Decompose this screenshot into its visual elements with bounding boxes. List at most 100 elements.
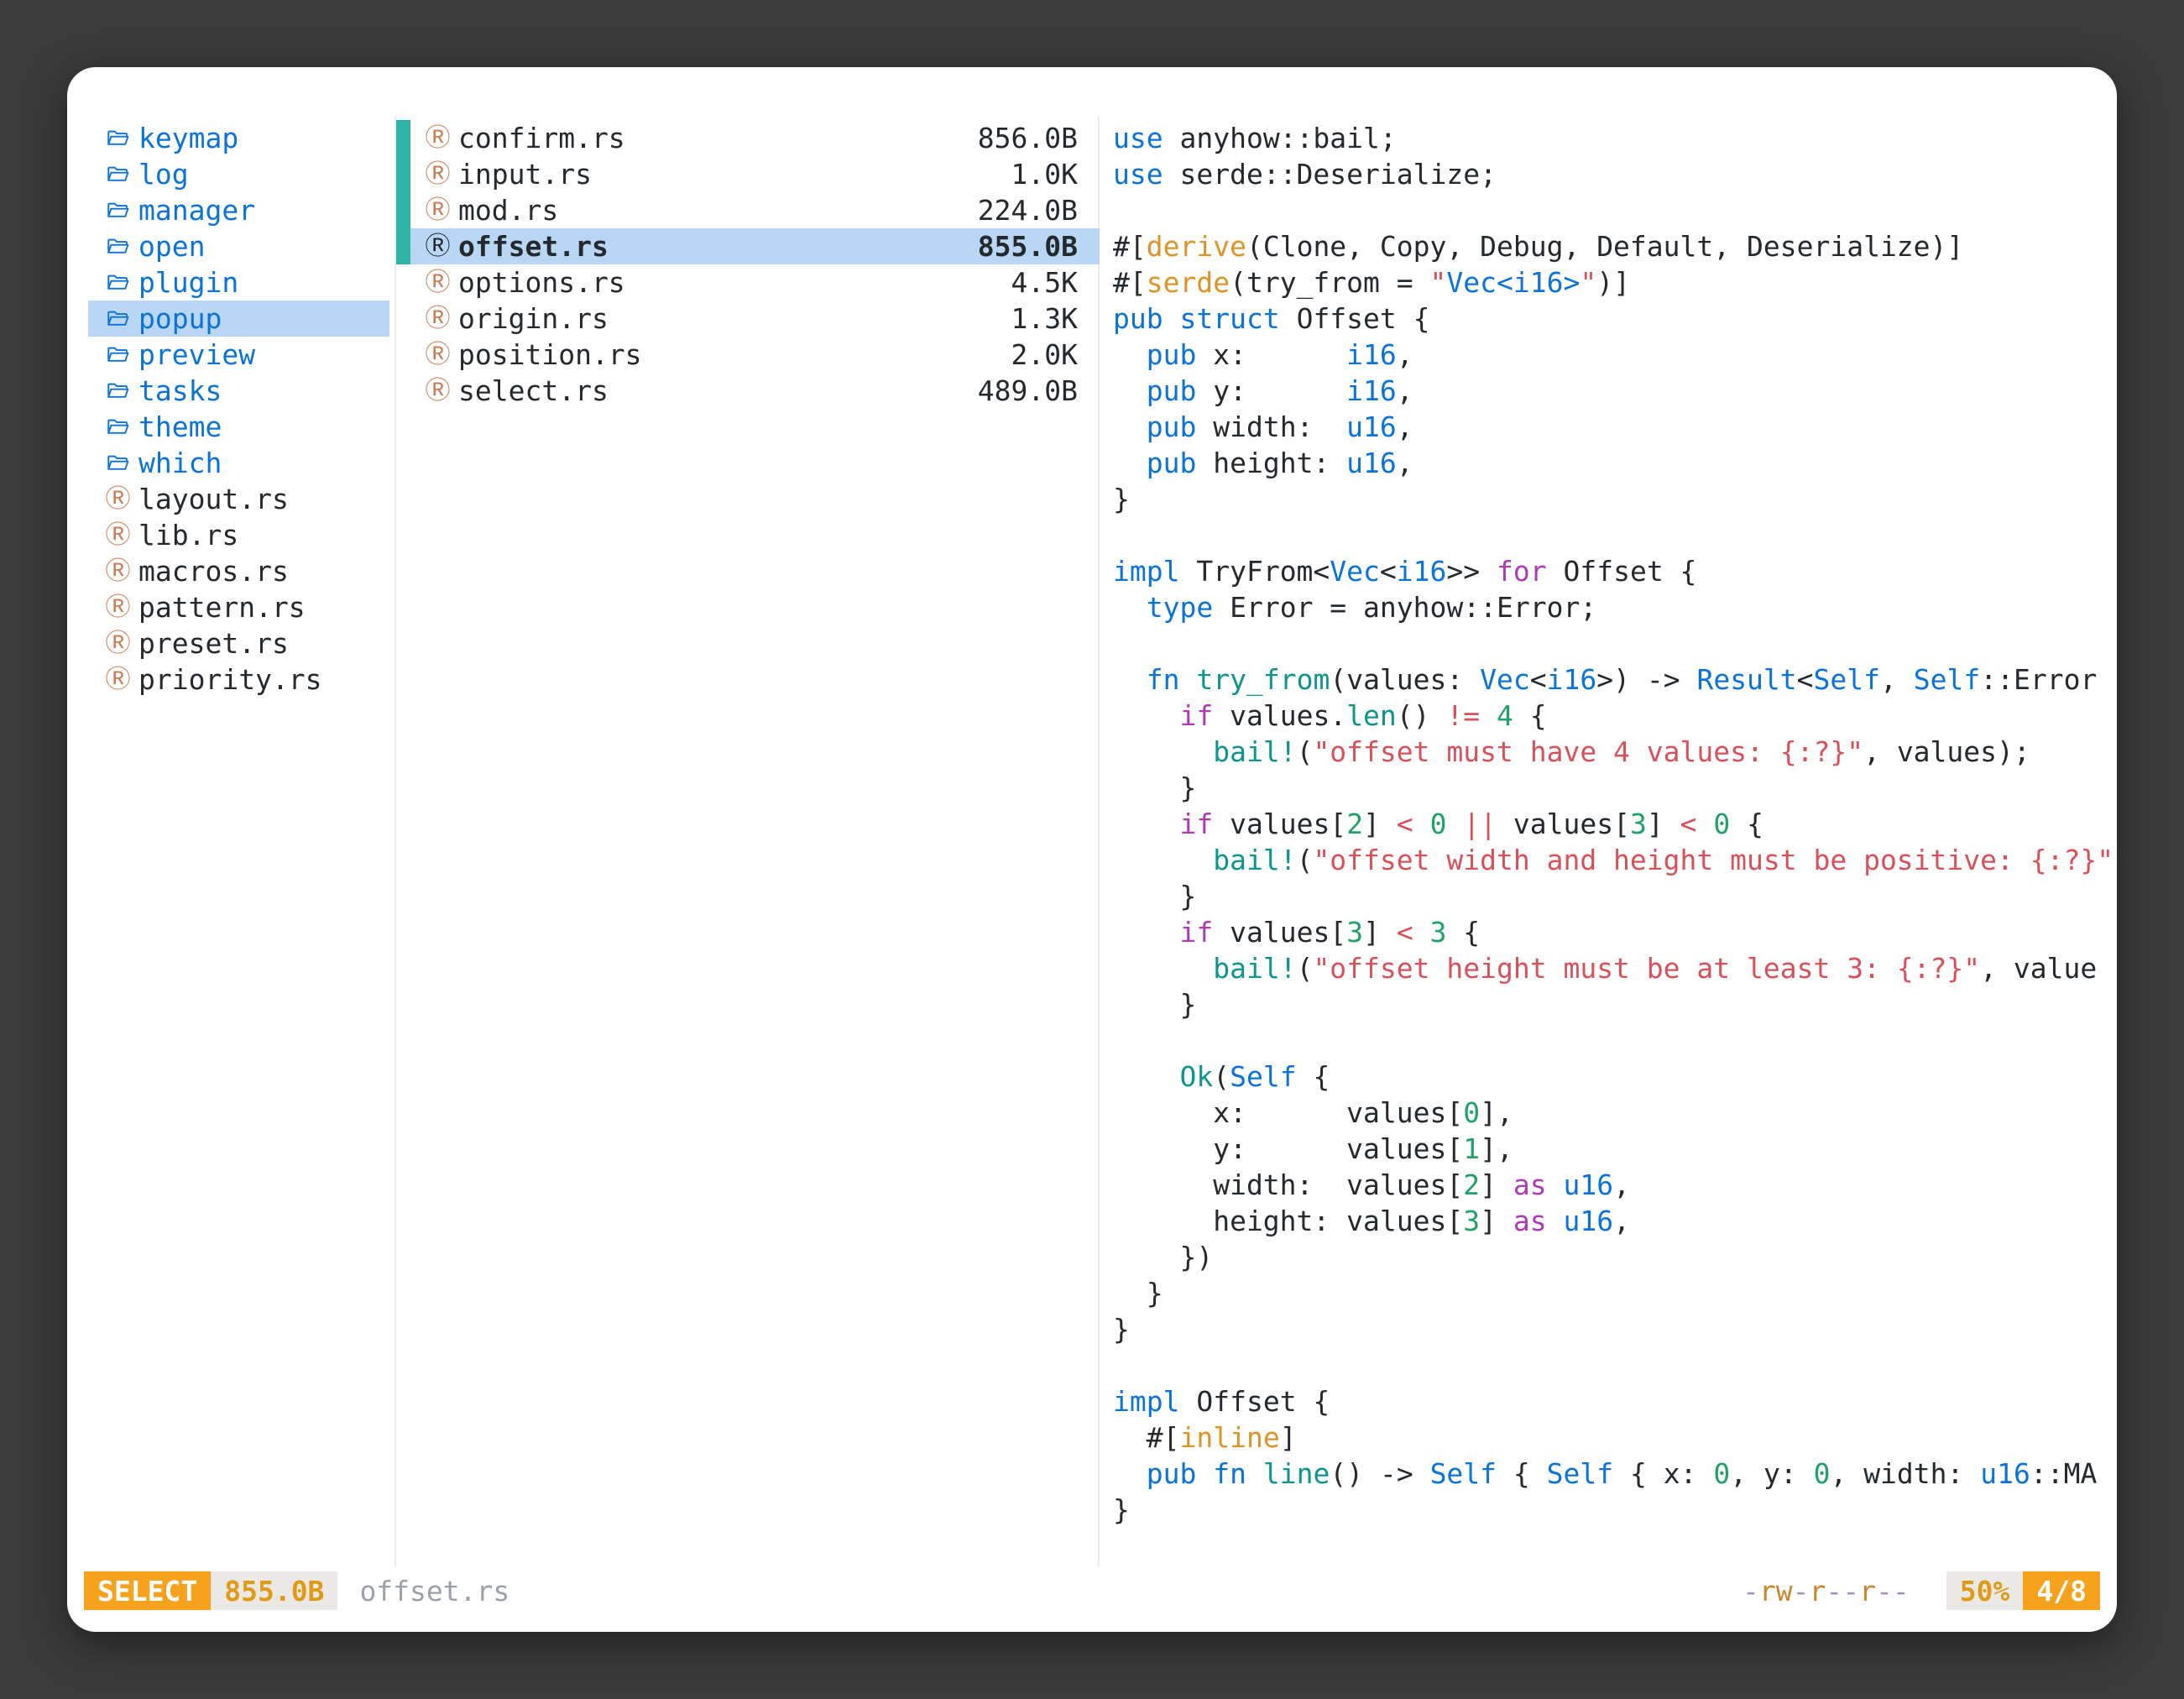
- folder-icon: [107, 379, 129, 402]
- rust-file-icon: Ⓡ: [426, 126, 449, 151]
- current-pane: Ⓡconfirm.rs856.0BⓇinput.rs1.0KⓇmod.rs224…: [396, 120, 1100, 409]
- file-item[interactable]: Ⓡoptions.rs4.5K: [396, 264, 1100, 301]
- file-name: position.rs: [458, 338, 642, 371]
- code-line: use anyhow::bail;: [1113, 120, 2117, 156]
- file-name: lib.rs: [138, 519, 238, 552]
- file-item[interactable]: Ⓡpattern.rs: [88, 589, 389, 625]
- rust-file-icon: Ⓡ: [107, 631, 129, 656]
- code-line: pub y: i16,: [1113, 373, 2117, 409]
- file-name: popup: [138, 302, 222, 335]
- dir-item[interactable]: preview: [88, 337, 389, 373]
- file-name: preview: [138, 338, 255, 371]
- code-line: y: values[1],: [1113, 1131, 2117, 1167]
- dir-item[interactable]: manager: [88, 192, 389, 228]
- code-line: #[inline]: [1113, 1419, 2117, 1456]
- dir-item[interactable]: open: [88, 228, 389, 264]
- code-line: pub struct Offset {: [1113, 301, 2117, 337]
- status-permissions: -rw-r--r--: [1742, 1575, 1910, 1608]
- code-line: pub fn line() -> Self { Self { x: 0, y: …: [1113, 1456, 2117, 1492]
- status-bar: SELECT 855.0B offset.rs -rw-r--r-- 50% 4…: [84, 1571, 2100, 1610]
- preview-pane: use anyhow::bail;use serde::Deserialize;…: [1113, 120, 2117, 1547]
- code-line: }: [1113, 1275, 2117, 1311]
- file-name: theme: [138, 410, 222, 443]
- code-line: pub x: i16,: [1113, 337, 2117, 373]
- file-item[interactable]: Ⓡmod.rs224.0B: [396, 192, 1100, 228]
- file-name: plugin: [138, 266, 238, 299]
- code-line: if values[3] < 3 {: [1113, 914, 2117, 950]
- percent-badge: 50%: [1946, 1571, 2024, 1610]
- rust-file-icon: Ⓡ: [107, 559, 129, 584]
- file-item[interactable]: Ⓡinput.rs 1.0K: [396, 156, 1100, 192]
- code-line: [1113, 517, 2117, 553]
- folder-icon: [107, 163, 129, 186]
- file-name: keymap: [138, 122, 238, 154]
- parent-pane: keymap logmanageropenpluginpopuppreviewta…: [88, 120, 389, 698]
- code-line: }: [1113, 481, 2117, 517]
- code-line: if values[2] < 0 || values[3] < 0 {: [1113, 806, 2117, 842]
- dir-item[interactable]: popup: [88, 301, 389, 337]
- mode-badge: SELECT: [84, 1571, 211, 1610]
- file-name: log: [138, 158, 189, 191]
- code-line: }: [1113, 770, 2117, 806]
- dir-item[interactable]: log: [88, 156, 389, 192]
- folder-icon: [107, 271, 129, 294]
- code-line: bail!("offset height must be at least 3:…: [1113, 950, 2117, 986]
- rust-file-icon: Ⓡ: [426, 198, 449, 223]
- file-item[interactable]: Ⓡposition.rs2.0K: [396, 337, 1100, 373]
- code-line: [1113, 625, 2117, 661]
- code-line: if values.len() != 4 {: [1113, 698, 2117, 734]
- code-line: #[serde(try_from = "Vec<i16>")]: [1113, 264, 2117, 301]
- dir-item[interactable]: theme: [88, 409, 389, 445]
- file-name: tasks: [138, 374, 222, 407]
- folder-icon: [107, 343, 129, 366]
- code-line: [1113, 1347, 2117, 1383]
- file-item[interactable]: Ⓡpriority.rs: [88, 661, 389, 698]
- code-line: }: [1113, 878, 2117, 914]
- file-item[interactable]: Ⓡorigin.rs1.3K: [396, 301, 1100, 337]
- rust-file-icon: Ⓡ: [426, 342, 449, 368]
- code-line: #[derive(Clone, Copy, Debug, Default, De…: [1113, 228, 2117, 264]
- file-item[interactable]: Ⓡlayout.rs: [88, 481, 389, 517]
- selection-bar: [396, 120, 410, 156]
- file-name: manager: [138, 194, 255, 227]
- code-line: x: values[0],: [1113, 1095, 2117, 1131]
- file-item[interactable]: Ⓡconfirm.rs856.0B: [396, 120, 1100, 156]
- file-manager-window: keymap logmanageropenpluginpopuppreviewta…: [67, 67, 2117, 1632]
- position-badge: 4/8: [2023, 1571, 2100, 1610]
- code-line: }: [1113, 1311, 2117, 1347]
- code-line: impl TryFrom<Vec<i16>> for Offset {: [1113, 553, 2117, 589]
- code-line: width: values[2] as u16,: [1113, 1167, 2117, 1203]
- file-item[interactable]: Ⓡoffset.rs855.0B: [396, 228, 1100, 264]
- file-size: 4.5K: [1011, 266, 1078, 299]
- file-name: offset.rs: [458, 230, 609, 263]
- file-name: which: [138, 447, 222, 479]
- code-line: }: [1113, 1492, 2117, 1528]
- dir-item[interactable]: tasks: [88, 373, 389, 409]
- file-name: input.rs: [458, 158, 592, 191]
- file-name: macros.rs: [138, 555, 289, 588]
- code-line: height: values[3] as u16,: [1113, 1203, 2117, 1239]
- rust-file-icon: Ⓡ: [107, 667, 129, 693]
- folder-icon: [107, 307, 129, 330]
- file-item[interactable]: Ⓡpreset.rs: [88, 625, 389, 661]
- file-name: pattern.rs: [138, 591, 306, 624]
- code-line: pub width: u16,: [1113, 409, 2117, 445]
- file-item[interactable]: Ⓡmacros.rs: [88, 553, 389, 589]
- selection-bar: [396, 192, 410, 228]
- dir-item[interactable]: which: [88, 445, 389, 481]
- dir-item[interactable]: plugin: [88, 264, 389, 301]
- file-size: 1.3K: [1011, 302, 1078, 335]
- size-badge: 855.0B: [211, 1571, 337, 1610]
- code-line: bail!("offset width and height must be p…: [1113, 842, 2117, 878]
- code-line: [1113, 1022, 2117, 1059]
- code-line: Ok(Self {: [1113, 1059, 2117, 1095]
- file-name: open: [138, 230, 205, 263]
- rust-file-icon: Ⓡ: [426, 162, 449, 187]
- dir-item[interactable]: keymap: [88, 120, 389, 156]
- rust-file-icon: Ⓡ: [107, 523, 129, 548]
- file-size: 1.0K: [1011, 158, 1078, 191]
- file-item[interactable]: Ⓡselect.rs489.0B: [396, 373, 1100, 409]
- file-item[interactable]: Ⓡlib.rs: [88, 517, 389, 553]
- folder-icon: [107, 199, 129, 222]
- rust-file-icon: Ⓡ: [426, 270, 449, 295]
